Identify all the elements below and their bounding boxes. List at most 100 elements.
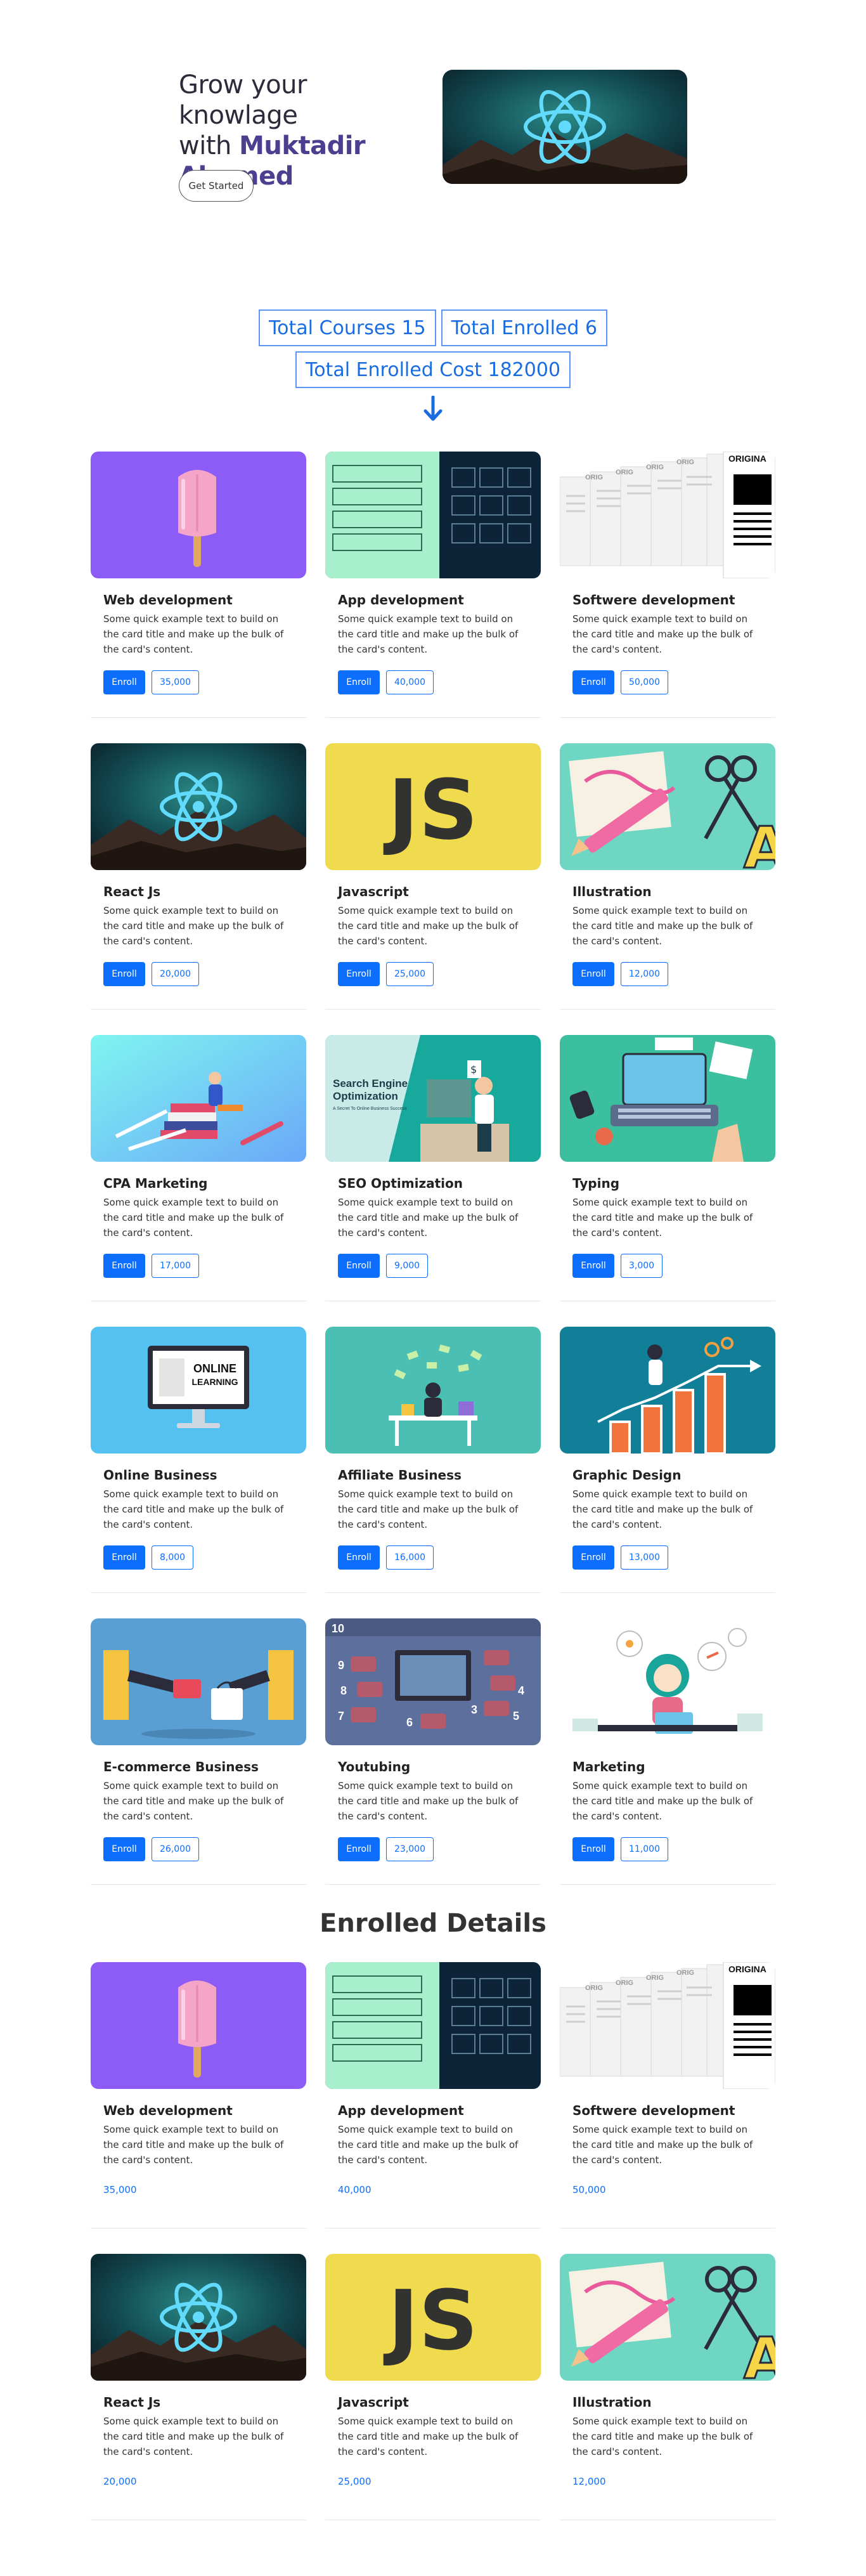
price-badge: 23,000 [386,1837,434,1861]
card-title: Illustration [572,2395,652,2410]
card-title: Marketing [572,1759,645,1774]
total-enrolled-badge: Total Enrolled 6 [441,309,608,346]
card-title: Javascript [338,2395,409,2410]
price-badge: 12,000 [621,962,668,986]
card-title: Affiliate Business [338,1467,462,1483]
get-started-button[interactable]: Get Started [179,170,254,202]
svg-text:ORIG: ORIG [585,474,603,481]
card-text: Some quick example text to build on the … [338,1197,519,1239]
svg-text:ONLINE: ONLINE [193,1362,236,1375]
svg-text:ORIG: ORIG [616,1979,633,1987]
enroll-button[interactable]: Enroll [103,962,145,986]
svg-text:Optimization: Optimization [333,1090,398,1102]
react-logo-illustration [91,743,306,870]
total-cost-badge: Total Enrolled Cost 182000 [295,351,571,388]
enroll-button[interactable]: Enroll [572,1254,614,1278]
card-text: Some quick example text to build on the … [338,2416,519,2457]
hero-image [443,70,687,184]
monitor-online-learning-illustration: ONLINE LEARNING [91,1327,306,1454]
enroll-button[interactable]: Enroll [103,670,145,694]
popsicle-illustration [91,1962,306,2089]
price-text: 12,000 [572,2476,606,2487]
svg-text:JS: JS [383,762,478,858]
price-badge: 9,000 [386,1254,429,1278]
price-badge: 8,000 [152,1545,194,1570]
laptop-typing-illustration [560,1035,775,1162]
svg-text:ORIG: ORIG [646,464,664,471]
price-text: 40,000 [338,2184,372,2195]
enrolled-card: Web development Some quick example text t… [91,1962,306,2228]
card-text: Some quick example text to build on the … [103,613,284,655]
svg-text:10: 10 [332,1622,344,1635]
app-wireframe-illustration [325,452,541,578]
books-person-illustration [91,1035,306,1162]
enroll-button[interactable]: Enroll [572,670,614,694]
svg-text:8: 8 [340,1684,347,1697]
svg-text:A: A [744,2326,775,2381]
enroll-button[interactable]: Enroll [103,1837,145,1861]
price-badge: 13,000 [621,1545,668,1570]
course-card: Typing Some quick example text to build o… [560,1035,775,1301]
course-card: ONLINE LEARNING Online Business Some quic… [91,1327,306,1593]
enrolled-card: React Js Some quick example text to build… [91,2254,306,2520]
enroll-button[interactable]: Enroll [572,1837,614,1861]
enroll-button[interactable]: Enroll [338,1254,380,1278]
svg-text:LEARNING: LEARNING [191,1377,238,1387]
card-title: Softwere development [572,592,735,608]
card-text: Some quick example text to build on the … [572,1197,753,1239]
card-title: React Js [103,2395,161,2410]
enroll-button[interactable]: Enroll [572,962,614,986]
card-text: Some quick example text to build on the … [338,2124,519,2166]
svg-text:ORIG: ORIG [585,1984,603,1992]
enrolled-details-title: Enrolled Details [320,1909,546,1938]
price-text: 50,000 [572,2184,606,2195]
card-text: Some quick example text to build on the … [103,905,284,947]
card-title: E-commerce Business [103,1759,259,1774]
card-text: Some quick example text to build on the … [338,613,519,655]
card-title: React Js [103,884,161,899]
enroll-button[interactable]: Enroll [103,1545,145,1570]
course-card: Web development Some quick example text t… [91,452,306,718]
svg-text:A Secret To Online Business Su: A Secret To Online Business Success [333,1107,407,1111]
marketing-woman-illustration [560,1618,775,1745]
documents-illustration: ORIGINA ORIG ORIG ORIG ORIG [560,1962,775,2089]
js-logo-illustration: JS [325,743,541,870]
svg-text:5: 5 [513,1710,519,1722]
hero-title-with: with [179,131,231,160]
enroll-button[interactable]: Enroll [572,1545,614,1570]
enroll-button[interactable]: Enroll [338,962,380,986]
course-card: Graphic Design Some quick example text to… [560,1327,775,1593]
card-title: Typing [572,1176,620,1191]
ecommerce-illustration [91,1618,306,1745]
card-title: App development [338,592,464,608]
svg-text:7: 7 [338,1710,344,1722]
price-badge: 16,000 [386,1545,434,1570]
enroll-button[interactable]: Enroll [338,670,380,694]
course-card: E-commerce Business Some quick example te… [91,1618,306,1885]
card-title: Youtubing [338,1759,411,1774]
card-text: Some quick example text to build on the … [572,2124,753,2166]
card-title: Online Business [103,1467,217,1483]
svg-text:ORIG: ORIG [676,1969,694,1977]
svg-text:3: 3 [471,1703,477,1716]
svg-text:ORIG: ORIG [676,459,694,466]
total-courses-badge: Total Courses 15 [258,309,436,346]
enrolled-card: ORIGINA ORIG ORIG ORIG ORIG Softwere dev… [560,1962,775,2228]
card-text: Some quick example text to build on the … [103,1197,284,1239]
enroll-button[interactable]: Enroll [338,1837,380,1861]
course-card: React Js Some quick example text to build… [91,743,306,1010]
enroll-button[interactable]: Enroll [338,1545,380,1570]
course-card: CPA Marketing Some quick example text to … [91,1035,306,1301]
enroll-button[interactable]: Enroll [103,1254,145,1278]
svg-text:JS: JS [383,2272,478,2369]
card-title: Web development [103,592,233,608]
seo-illustration: Search Engine Optimization A Secret To O… [325,1035,541,1162]
svg-text:$: $ [470,1064,477,1076]
svg-text:4: 4 [518,1684,524,1697]
card-title: Softwere development [572,2103,735,2118]
svg-text:ORIGINA: ORIGINA [728,453,766,464]
card-title: Javascript [338,884,409,899]
svg-text:Search Engine: Search Engine [333,1077,408,1090]
react-logo-icon [443,70,687,184]
price-badge: 40,000 [386,670,434,694]
